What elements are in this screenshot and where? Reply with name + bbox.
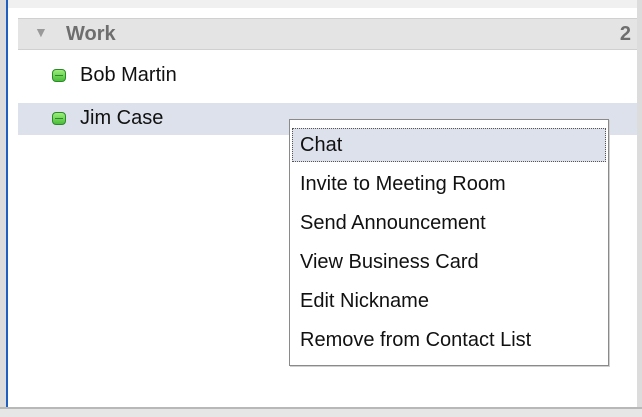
context-menu: Chat Invite to Meeting Room Send Announc… <box>289 119 609 366</box>
triangle-down-icon[interactable]: ▼ <box>34 24 48 40</box>
group-header-work[interactable]: ▼ Work 2 <box>18 18 637 50</box>
online-status-icon <box>52 112 66 125</box>
window-top-border <box>0 0 642 8</box>
menu-item-send-announcement[interactable]: Send Announcement <box>292 206 606 240</box>
window-right-border <box>637 0 642 417</box>
menu-item-view-business-card[interactable]: View Business Card <box>292 245 606 279</box>
contact-name: Jim Case <box>80 107 164 129</box>
menu-item-chat[interactable]: Chat <box>292 128 606 162</box>
window-left-border <box>0 0 8 417</box>
window-bottom-border <box>0 407 642 417</box>
group-name: Work <box>66 23 116 45</box>
menu-item-remove-from-contact-list[interactable]: Remove from Contact List <box>292 323 606 357</box>
contact-list-window: ▼ Work 2 Bob Martin Jim Case Chat Invite… <box>0 0 642 417</box>
contact-name: Bob Martin <box>80 64 177 86</box>
left-border-accent <box>6 0 8 417</box>
group-count: 2 <box>619 23 631 45</box>
online-status-icon <box>52 69 66 82</box>
menu-item-invite-to-meeting-room[interactable]: Invite to Meeting Room <box>292 167 606 201</box>
menu-item-edit-nickname[interactable]: Edit Nickname <box>292 284 606 318</box>
contact-item-bob-martin[interactable]: Bob Martin <box>18 60 637 92</box>
